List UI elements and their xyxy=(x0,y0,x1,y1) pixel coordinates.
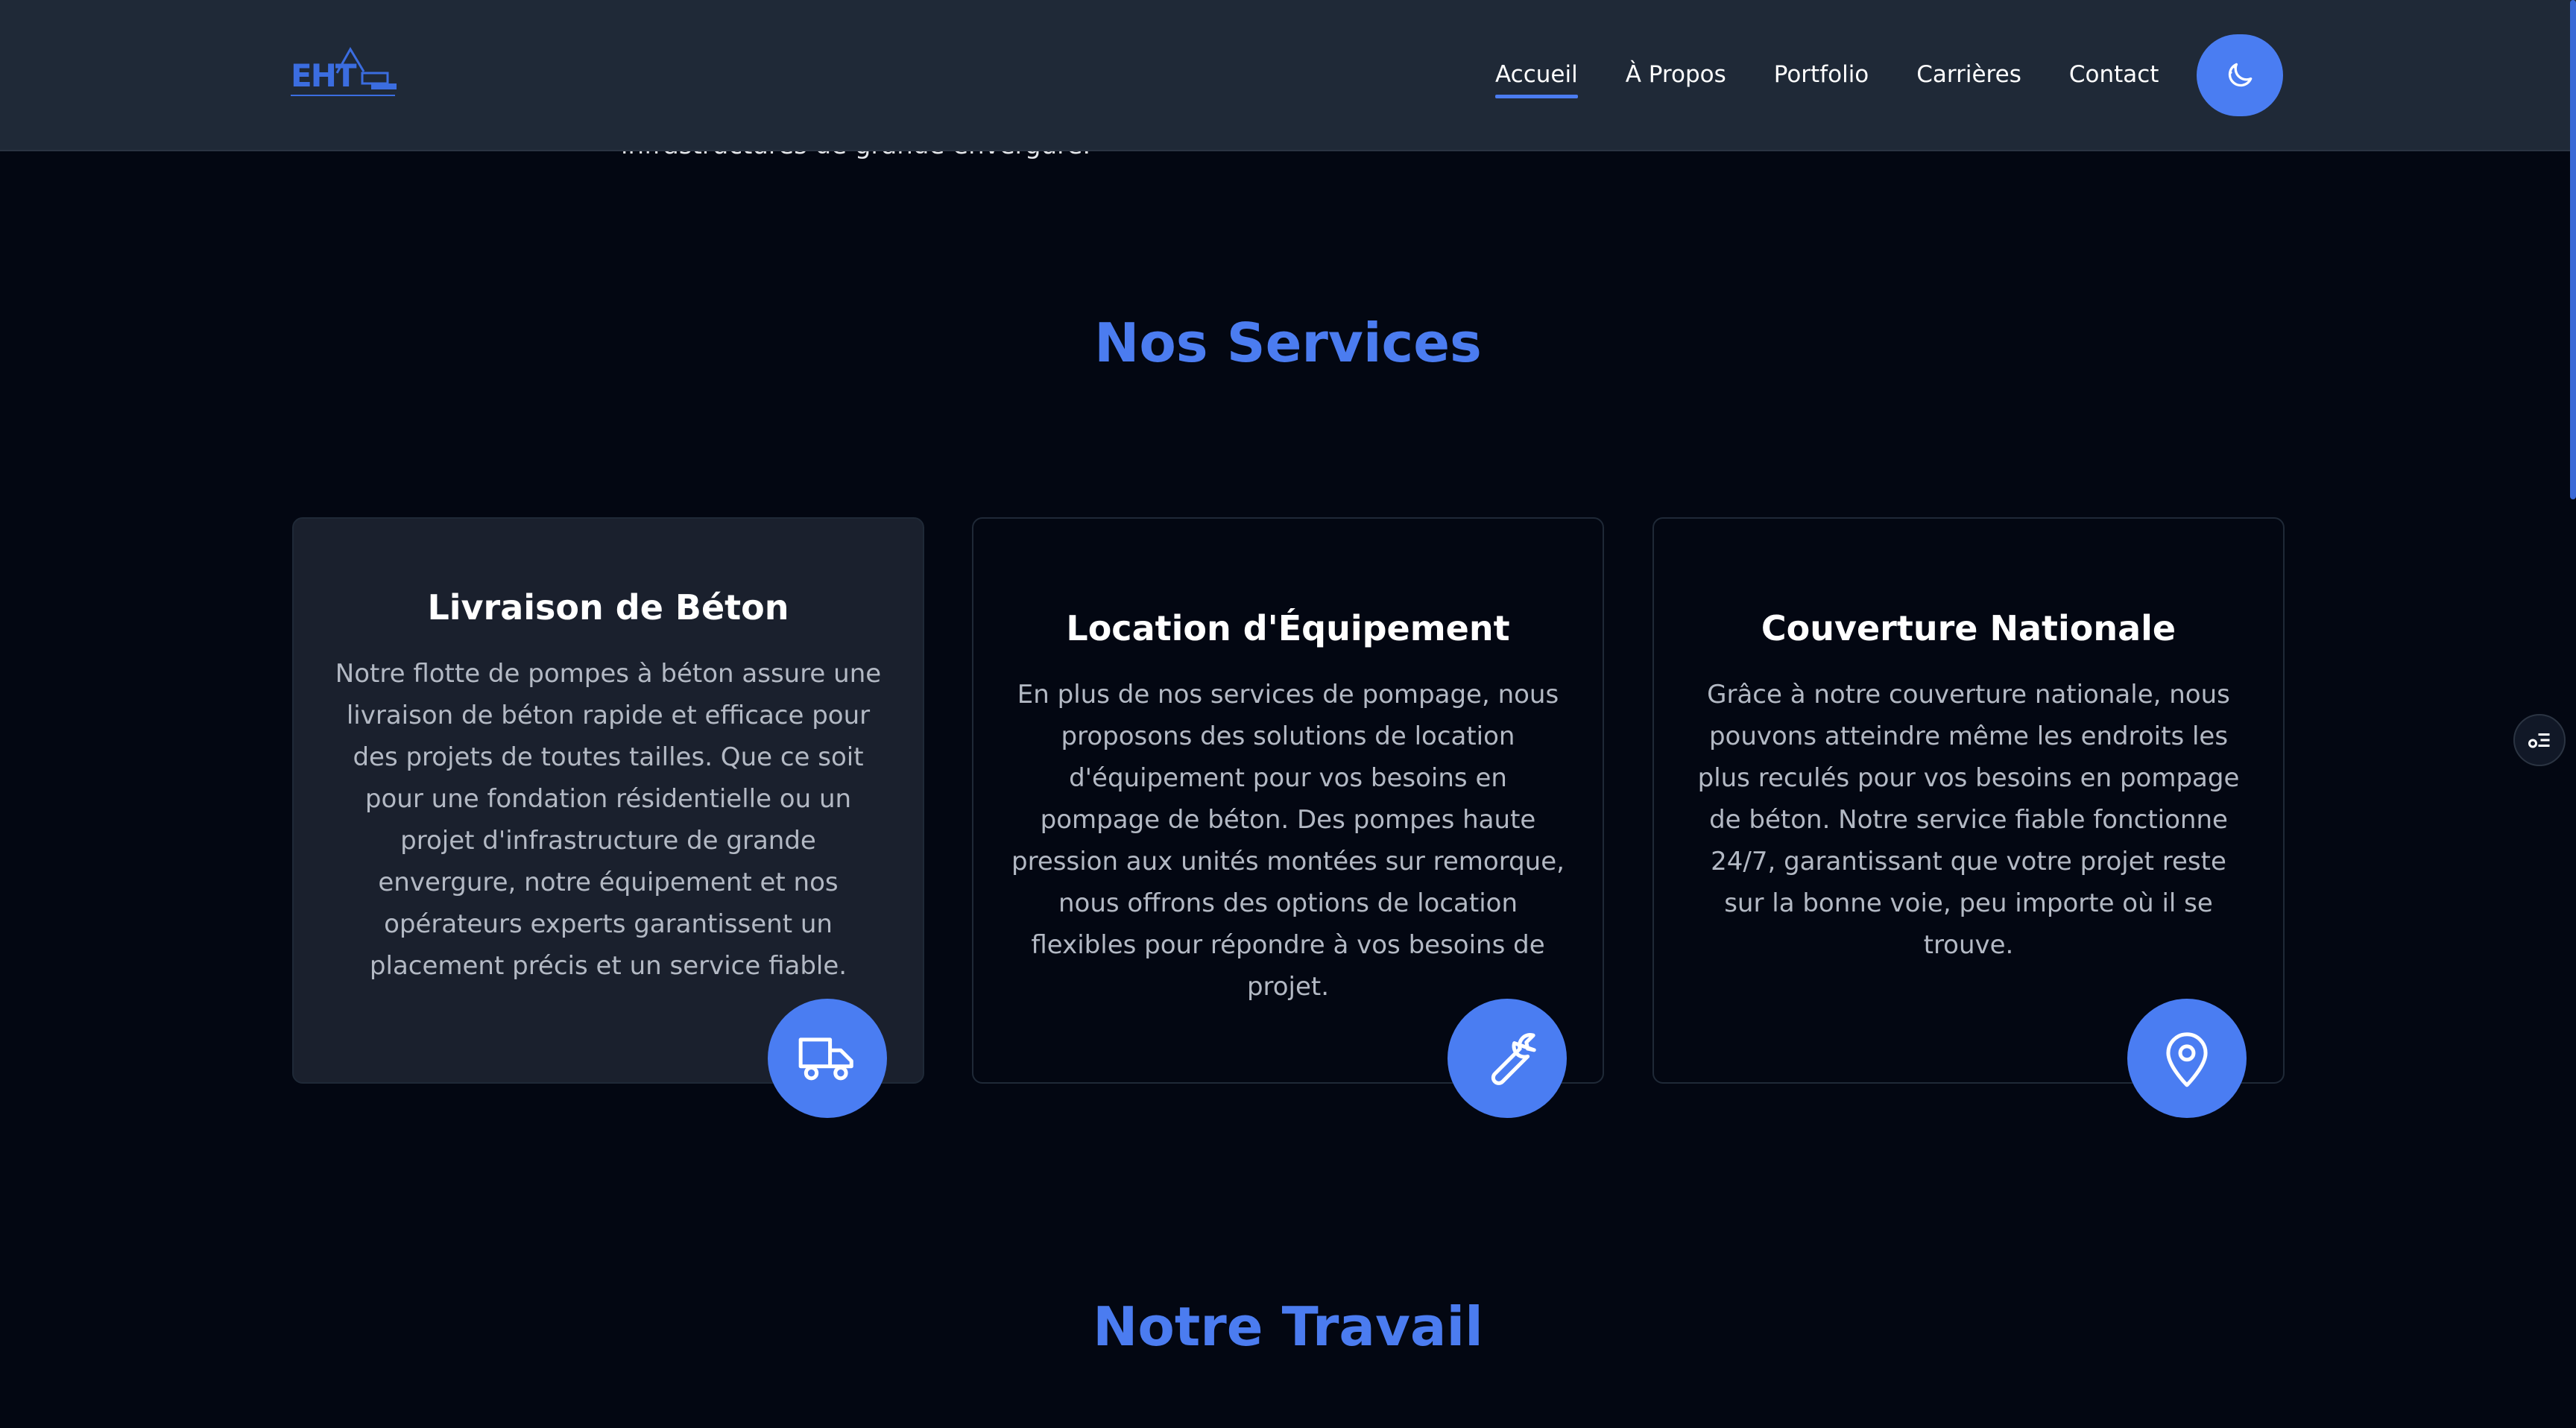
settings-list-icon xyxy=(2528,733,2550,748)
truck-icon xyxy=(798,1037,853,1081)
nav-item-a-propos[interactable]: À Propos xyxy=(1626,61,1726,91)
nav-item-contact[interactable]: Contact xyxy=(2069,61,2159,91)
service-card-description: Grâce à notre couverture nationale, nous… xyxy=(1697,680,2240,960)
main-nav: Accueil À Propos Portfolio Carrières Con… xyxy=(1495,0,2206,151)
accessibility-widget-button[interactable] xyxy=(2513,714,2566,766)
logo-text: EHT xyxy=(291,57,356,94)
service-card-title: Couverture Nationale xyxy=(1761,608,2176,648)
company-logo[interactable]: EHT xyxy=(291,43,399,100)
page-scrollbar[interactable] xyxy=(2570,0,2576,499)
wrench-icon xyxy=(1491,1033,1536,1085)
service-card-title: Livraison de Béton xyxy=(427,587,789,628)
map-pin-icon-badge xyxy=(2127,999,2247,1118)
moon-icon xyxy=(2228,63,2253,87)
work-title: Notre Travail xyxy=(1093,1295,1483,1358)
wrench-icon-badge xyxy=(1448,999,1567,1118)
truck-icon-badge xyxy=(768,999,887,1118)
site-header: EHT Accueil À Propos Portfolio Carrières… xyxy=(0,0,2576,151)
nav-item-accueil[interactable]: Accueil xyxy=(1495,61,1578,98)
service-card-description: Notre flotte de pompes à béton assure un… xyxy=(335,659,882,981)
nav-item-carrieres[interactable]: Carrières xyxy=(1916,61,2021,91)
map-pin-icon xyxy=(2166,1032,2208,1087)
page: infrastructures de grande envergure. EHT… xyxy=(0,0,2576,1428)
nav-item-portfolio[interactable]: Portfolio xyxy=(1774,61,1869,91)
services-title: Nos Services xyxy=(1094,312,1482,374)
service-card-description: En plus de nos services de pompage, nous… xyxy=(1011,680,1565,1002)
service-card-title: Location d'Équipement xyxy=(1066,608,1510,648)
theme-toggle-button[interactable] xyxy=(2197,34,2283,116)
